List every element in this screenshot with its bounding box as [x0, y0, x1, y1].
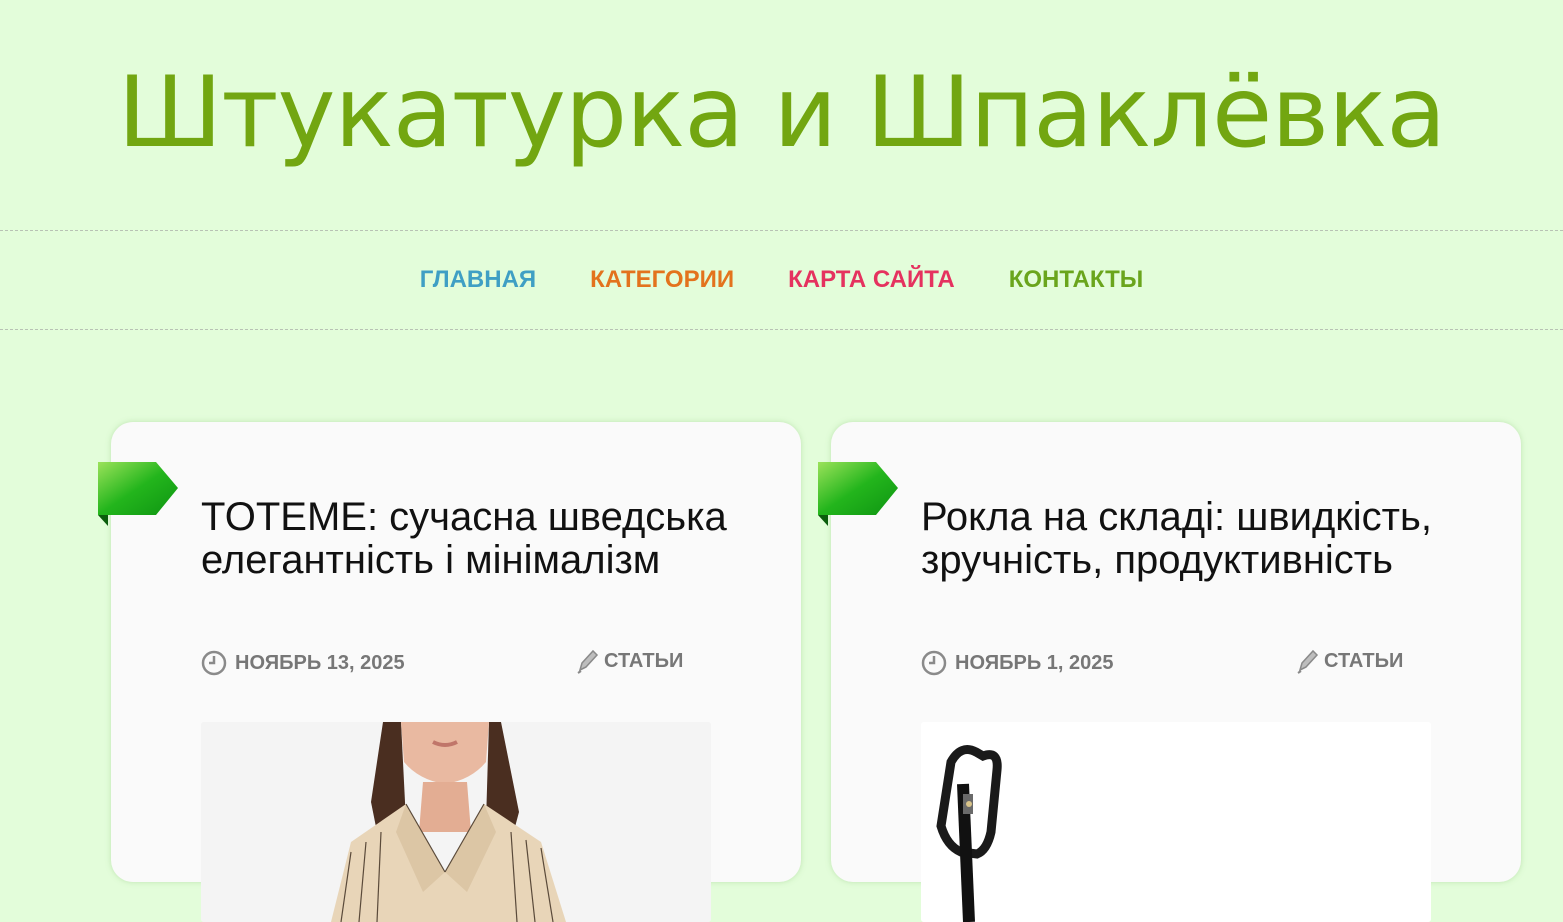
- post-date-text: НОЯБРЬ 13, 2025: [235, 651, 405, 674]
- nav-contacts[interactable]: КОНТАКТЫ: [1009, 266, 1144, 294]
- post-card: Рокла на складі: швидкість, зручність, п…: [818, 422, 1521, 922]
- green-ribbon-icon: [98, 462, 178, 526]
- site-title[interactable]: Штукатурка и Шпаклёвка: [0, 48, 1563, 178]
- pencil-icon: [1297, 649, 1319, 674]
- post-title[interactable]: Рокла на складі: швидкість, зручність, п…: [921, 496, 1481, 582]
- post-category[interactable]: СТАТЬИ: [1296, 648, 1403, 674]
- post-date: НОЯБРЬ 13, 2025: [201, 650, 405, 676]
- nav-home[interactable]: ГЛАВНАЯ: [420, 266, 536, 294]
- pencil-icon: [577, 649, 599, 674]
- post-thumbnail[interactable]: [921, 722, 1431, 922]
- post-date-text: НОЯБРЬ 1, 2025: [955, 651, 1114, 674]
- woman-in-striped-jacket-photo: [201, 722, 711, 922]
- clock-icon: [201, 650, 227, 676]
- post-title[interactable]: TOTEME: сучасна шведська елегантність і …: [201, 496, 761, 582]
- pallet-jack-handle-photo: [921, 722, 1431, 922]
- nav-categories[interactable]: КАТЕГОРИИ: [590, 266, 734, 294]
- green-ribbon-icon: [818, 462, 898, 526]
- post-date: НОЯБРЬ 1, 2025: [921, 650, 1114, 676]
- post-category-text[interactable]: СТАТЬИ: [604, 650, 683, 673]
- post-thumbnail[interactable]: [201, 722, 711, 922]
- post-category[interactable]: СТАТЬИ: [576, 648, 683, 674]
- post-category-text[interactable]: СТАТЬИ: [1324, 650, 1403, 673]
- nav-sitemap[interactable]: КАРТА САЙТА: [788, 266, 955, 294]
- main-nav: ГЛАВНАЯ КАТЕГОРИИ КАРТА САЙТА КОНТАКТЫ: [0, 230, 1563, 330]
- post-card: TOTEME: сучасна шведська елегантність і …: [98, 422, 801, 922]
- clock-icon: [921, 650, 947, 676]
